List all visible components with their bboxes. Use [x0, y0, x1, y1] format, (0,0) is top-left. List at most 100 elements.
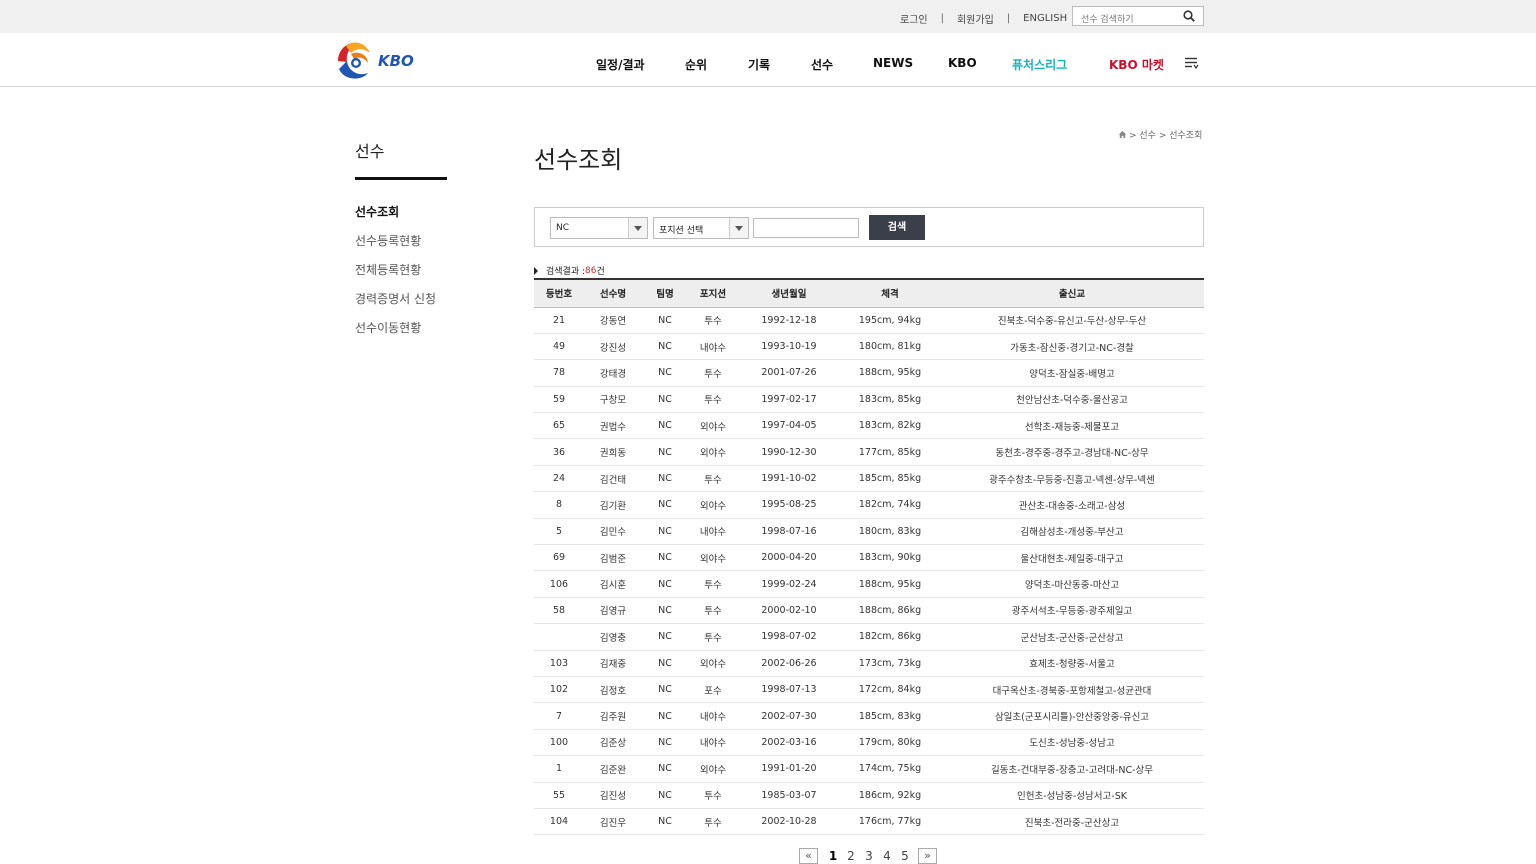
cell-number: 58: [534, 597, 584, 625]
side-item-career-certificate[interactable]: 경력증명서 신청: [355, 291, 436, 320]
cell-physique: 173cm, 73kg: [840, 650, 940, 677]
cell-player-name[interactable]: 김진우: [584, 808, 642, 836]
cell-position: 외야수: [688, 650, 738, 677]
table-row: 55 김진성 NC 투수 1985-03-07 186cm, 92kg 인헌초-성남중-성남…: [534, 782, 1204, 809]
table-row: 8 김기환 NC 외야수 1995-08-25 182cm, 74kg 관산초-대송중-소래…: [534, 491, 1204, 519]
cell-team: NC: [642, 438, 688, 466]
side-item-registration-status[interactable]: 선수등록현황: [355, 233, 436, 262]
cell-player-name[interactable]: 김재중: [584, 650, 642, 677]
cell-player-name[interactable]: 김영규: [584, 597, 642, 625]
cell-birthdate: 1998-07-02: [738, 623, 840, 651]
prev-page-button[interactable]: «: [799, 848, 818, 864]
english-link[interactable]: ENGLISH: [1023, 13, 1067, 24]
cell-player-name[interactable]: 김민수: [584, 518, 642, 546]
search-button[interactable]: 검색: [869, 215, 925, 240]
page-number[interactable]: 5: [896, 849, 914, 863]
cell-school: 광주수창초-무등중-진흥고-넥센-상무-넥센: [940, 465, 1204, 493]
nav-schedule[interactable]: 일정/결과: [596, 56, 645, 73]
cell-physique: 182cm, 86kg: [840, 623, 940, 651]
cell-player-name[interactable]: 김정호: [584, 676, 642, 704]
login-link[interactable]: 로그인: [900, 11, 928, 26]
search-filter-box: NC 포지션 선택 검색: [534, 207, 1204, 247]
cell-number: 1: [534, 755, 584, 783]
search-icon[interactable]: [1183, 10, 1195, 22]
cell-player-name[interactable]: 김준완: [584, 755, 642, 783]
cell-team: NC: [642, 307, 688, 334]
cell-player-name[interactable]: 김준상: [584, 729, 642, 757]
cell-birthdate: 2002-06-26: [738, 650, 840, 677]
nav-kbo-market[interactable]: KBO 마켓: [1109, 56, 1164, 73]
cell-birthdate: 2000-04-20: [738, 544, 840, 572]
cell-player-name[interactable]: 구창모: [584, 386, 642, 414]
cell-school: 관산초-대송중-소래고-삼성: [940, 491, 1204, 519]
nav-players[interactable]: 선수: [811, 56, 833, 73]
cell-player-name[interactable]: 김진성: [584, 782, 642, 809]
page-number-current[interactable]: 1: [824, 849, 842, 863]
table-row: 21 강동연 NC 투수 1992-12-18 195cm, 94kg 진북초-덕수중-유신…: [534, 307, 1204, 334]
position-select[interactable]: 포지션 선택: [653, 217, 749, 239]
top-links: 로그인 | 회원가입 | ENGLISH: [900, 11, 1067, 26]
col-header-physique: 체격: [840, 278, 940, 308]
all-menu-icon[interactable]: [1185, 57, 1199, 69]
page-number[interactable]: 2: [842, 849, 860, 863]
cell-player-name[interactable]: 권희동: [584, 438, 642, 466]
player-name-input[interactable]: [753, 218, 859, 238]
cell-birthdate: 1993-10-19: [738, 333, 840, 361]
cell-physique: 188cm, 95kg: [840, 570, 940, 598]
cell-team: NC: [642, 808, 688, 836]
team-select[interactable]: NC: [550, 217, 648, 239]
table-row: 58 김영규 NC 투수 2000-02-10 188cm, 86kg 광주서석초-무등중-…: [534, 597, 1204, 625]
cell-player-name[interactable]: 김기환: [584, 491, 642, 519]
cell-school: 양덕초-마산동중-마산고: [940, 570, 1204, 598]
cell-player-name[interactable]: 강동연: [584, 307, 642, 334]
table-row: 65 권법수 NC 외야수 1997-04-05 183cm, 82kg 선학초-재능중-제…: [534, 412, 1204, 440]
cell-birthdate: 1991-01-20: [738, 755, 840, 783]
cell-team: NC: [642, 623, 688, 651]
triangle-bullet-icon: [534, 266, 538, 275]
cell-player-name[interactable]: 김주원: [584, 702, 642, 730]
player-search-input[interactable]: [1073, 11, 1177, 29]
side-item-transfer-status[interactable]: 선수이동현황: [355, 320, 436, 349]
cell-player-name[interactable]: 김건태: [584, 465, 642, 493]
cell-school: 대구옥산초-경북중-포항제철고-성균관대: [940, 676, 1204, 704]
page-number[interactable]: 4: [878, 849, 896, 863]
nav-kbo[interactable]: KBO: [948, 56, 977, 70]
cell-number: 36: [534, 438, 584, 466]
cell-birthdate: 1999-02-24: [738, 570, 840, 598]
nav-news[interactable]: NEWS: [873, 56, 913, 70]
side-item-player-search[interactable]: 선수조회: [355, 204, 436, 233]
cell-birthdate: 2001-07-26: [738, 359, 840, 387]
cell-birthdate: 2002-10-28: [738, 808, 840, 836]
cell-school: 동천초-경주중-경주고-경남대-NC-상무: [940, 438, 1204, 466]
cell-player-name[interactable]: 김시훈: [584, 570, 642, 598]
player-table: 등번호 선수명 팀명 포지션 생년월일 체격 출신교 21 강동연 NC 투수 1992…: [534, 278, 1204, 836]
cell-team: NC: [642, 676, 688, 704]
nav-futures-league[interactable]: 퓨처스리그: [1012, 56, 1067, 73]
cell-position: 외야수: [688, 491, 738, 519]
join-link[interactable]: 회원가입: [957, 11, 994, 26]
nav-records[interactable]: 기록: [748, 56, 770, 73]
cell-team: NC: [642, 544, 688, 572]
cell-team: NC: [642, 518, 688, 546]
cell-position: 투수: [688, 465, 738, 493]
cell-physique: 177cm, 85kg: [840, 438, 940, 466]
nav-standings[interactable]: 순위: [685, 56, 707, 73]
cell-team: NC: [642, 570, 688, 598]
cell-number: 24: [534, 465, 584, 493]
side-menu: 선수조회 선수등록현황 전체등록현황 경력증명서 신청 선수이동현황: [355, 204, 436, 349]
home-icon[interactable]: [1118, 130, 1127, 139]
side-item-all-registration[interactable]: 전체등록현황: [355, 262, 436, 291]
cell-player-name[interactable]: 김영충: [584, 623, 642, 651]
cell-number: 59: [534, 386, 584, 414]
cell-player-name[interactable]: 강태경: [584, 359, 642, 387]
next-page-button[interactable]: »: [918, 848, 937, 864]
table-row: 106 김시훈 NC 투수 1999-02-24 188cm, 95kg 양덕초-마산동중-…: [534, 570, 1204, 598]
page-number[interactable]: 3: [860, 849, 878, 863]
cell-school: 도신초-성남중-성남고: [940, 729, 1204, 757]
cell-player-name[interactable]: 강진성: [584, 333, 642, 361]
main-nav: 일정/결과 순위 기록 선수 NEWS KBO 퓨처스리그 KBO 마켓: [0, 33, 1536, 87]
cell-player-name[interactable]: 김범준: [584, 544, 642, 572]
cell-team: NC: [642, 755, 688, 783]
cell-player-name[interactable]: 권법수: [584, 412, 642, 440]
cell-school: 효제초-청량중-서울고: [940, 650, 1204, 677]
